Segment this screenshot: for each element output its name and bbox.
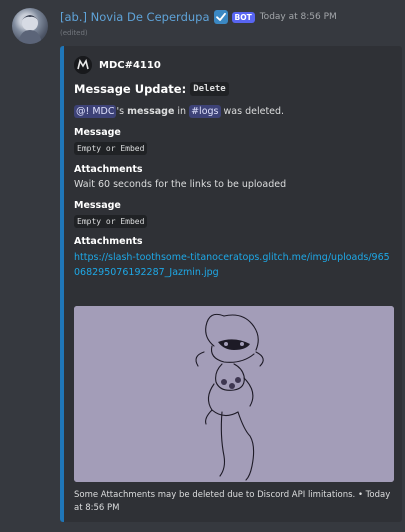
- field-value-code: Empty or Embed: [74, 215, 148, 228]
- embed-footer: Some Attachments may be deleted due to D…: [74, 490, 391, 513]
- embed: MDC#4110 Message Update: Delete @! MDC '…: [60, 46, 402, 522]
- embed-description: @! MDC 's message in #logs was deleted.: [74, 105, 284, 118]
- title-prefix: Message Update:: [74, 82, 187, 96]
- desc-text-3: was deleted.: [220, 106, 285, 117]
- avatar[interactable]: [12, 8, 48, 44]
- field-value-code: Empty or Embed: [74, 142, 148, 155]
- channel-mention[interactable]: #logs: [189, 105, 221, 118]
- attachment-link[interactable]: https://slash-toothsome-titanoceratops.g…: [74, 250, 394, 280]
- attachment-image[interactable]: [74, 306, 394, 482]
- edited-label: (edited): [60, 29, 88, 37]
- desc-message-word: message: [127, 106, 175, 117]
- desc-text-2: in: [174, 106, 190, 117]
- embed-author: MDC#4110: [74, 56, 161, 74]
- timestamp[interactable]: Today at 8:56 PM: [260, 12, 337, 22]
- author-name[interactable]: MDC#4110: [99, 60, 161, 71]
- embed-title: Message Update: Delete: [74, 82, 229, 96]
- user-mention[interactable]: @! MDC: [74, 105, 117, 118]
- chat-message: [ab.] Novia De Ceperdupa BOT Today at 8:…: [0, 0, 405, 532]
- field-name: Message: [74, 127, 121, 138]
- username[interactable]: [ab.] Novia De Ceperdupa: [60, 10, 210, 24]
- bot-tag: BOT: [231, 11, 255, 23]
- author-icon: [74, 56, 92, 74]
- verified-icon: [213, 10, 228, 24]
- field-name: Attachments: [74, 164, 143, 175]
- field-name: Message: [74, 200, 121, 211]
- message-header: [ab.] Novia De Ceperdupa BOT Today at 8:…: [60, 9, 337, 25]
- field-value: Wait 60 seconds for the links to be uplo…: [74, 179, 287, 190]
- field-name: Attachments: [74, 236, 143, 247]
- title-code: Delete: [190, 82, 229, 96]
- desc-text-1: 's: [116, 106, 128, 117]
